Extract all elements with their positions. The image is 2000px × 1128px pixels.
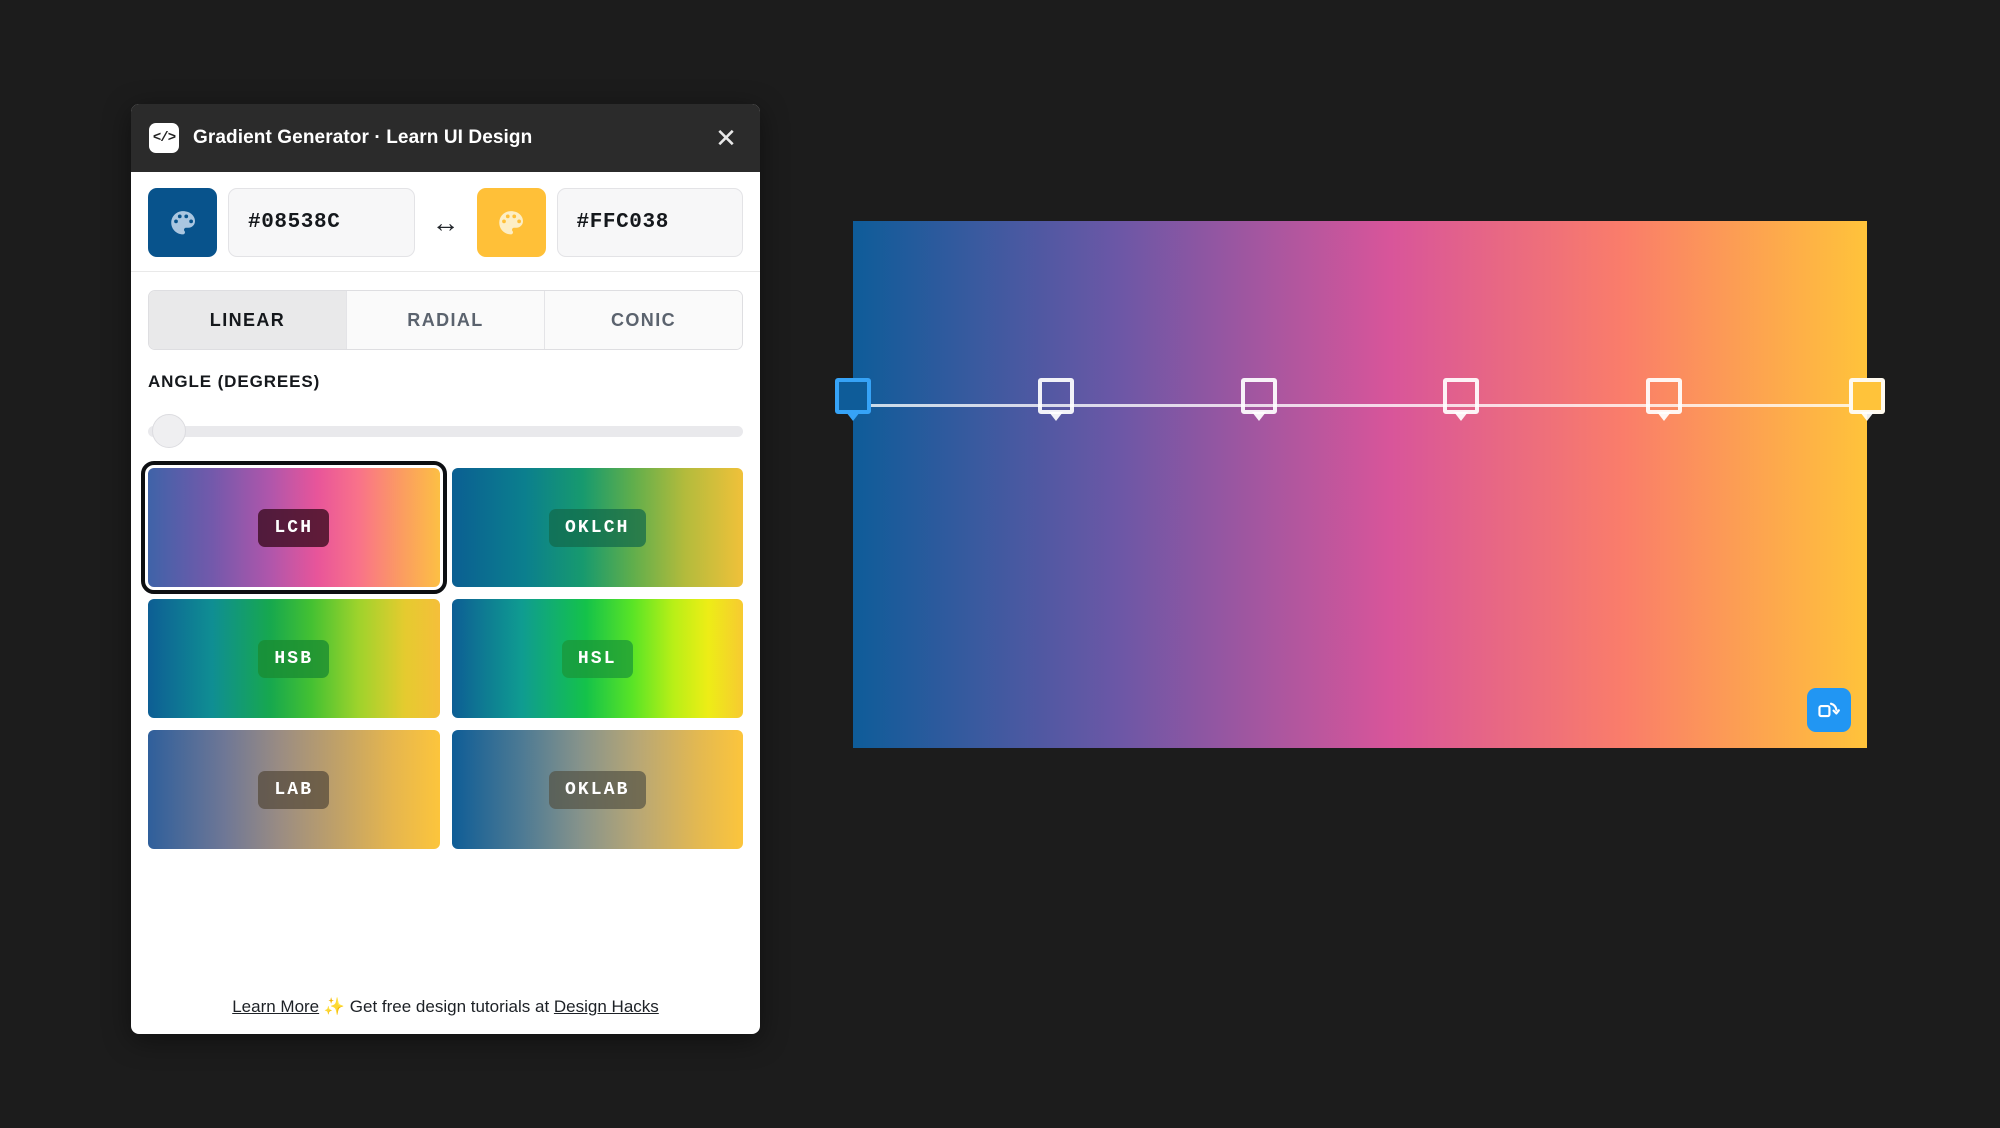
footer-text: Get free design tutorials at <box>349 997 550 1016</box>
color-stop-box <box>1646 378 1683 414</box>
window-titlebar: </> Gradient Generator · Learn UI Design… <box>131 104 760 172</box>
code-icon: </> <box>149 123 179 153</box>
color-stop-pointer <box>1048 412 1063 421</box>
color-stop-handle[interactable] <box>1443 378 1480 421</box>
tab-conic[interactable]: CONIC <box>545 291 742 349</box>
color-space-label: HSL <box>561 639 633 678</box>
color-space-card-hsl[interactable]: HSL <box>451 599 743 718</box>
color-space-card-lab[interactable]: LAB <box>148 730 440 849</box>
refresh-square-icon <box>1818 702 1840 718</box>
color-stop-pointer <box>1251 412 1266 421</box>
sparkle-icon: ✨ <box>323 997 346 1016</box>
color-stop-track[interactable] <box>845 398 1875 413</box>
window-title: Gradient Generator · Learn UI Design <box>193 127 533 148</box>
color-space-card-hsb[interactable]: HSB <box>148 599 440 718</box>
footer: Learn More ✨ Get free design tutorials a… <box>131 984 760 1034</box>
color-space-label: OKLCH <box>548 508 646 547</box>
close-icon[interactable]: ✕ <box>708 120 744 156</box>
color-stop-handle[interactable] <box>1037 378 1074 421</box>
color-stop-box <box>835 378 871 414</box>
color-stop-pointer <box>846 412 860 421</box>
color-space-label: LAB <box>258 770 330 809</box>
color-input-row: #08538C ↔ #FFC038 <box>131 172 760 272</box>
color-stop-box <box>1037 378 1074 414</box>
gradient-generator-window: </> Gradient Generator · Learn UI Design… <box>131 104 760 1034</box>
color-stop-handle[interactable] <box>835 378 871 421</box>
color-stop-pointer <box>1657 412 1672 421</box>
angle-slider-thumb[interactable] <box>152 414 186 448</box>
angle-label: ANGLE (DEGREES) <box>148 372 321 391</box>
gradient-type-tabs: LINEAR RADIAL CONIC <box>148 290 743 350</box>
color-space-label: LCH <box>258 508 330 547</box>
color-stop-handle[interactable] <box>1849 378 1885 421</box>
color-stop-box <box>1443 378 1480 414</box>
palette-icon <box>170 210 195 234</box>
gradient-type-tabs-wrapper: LINEAR RADIAL CONIC <box>131 272 760 350</box>
design-hacks-link[interactable]: Design Hacks <box>554 997 659 1016</box>
learn-more-link[interactable]: Learn More <box>232 997 319 1016</box>
color-stop-box <box>1240 378 1277 414</box>
angle-slider-track <box>148 426 743 437</box>
color-stop-box <box>1849 378 1885 414</box>
tab-radial[interactable]: RADIAL <box>347 291 545 349</box>
color-space-label: OKLAB <box>548 770 646 809</box>
end-color-swatch-button[interactable] <box>476 188 546 257</box>
color-space-card-lch[interactable]: LCH <box>141 461 447 594</box>
swap-colors-icon[interactable]: ↔ <box>415 208 477 237</box>
color-stop-pointer <box>1454 412 1469 421</box>
start-hex-input[interactable]: #08538C <box>228 188 415 257</box>
color-stop-handle[interactable] <box>1240 378 1277 421</box>
color-space-card-oklch[interactable]: OKLCH <box>451 468 743 587</box>
color-stop-pointer <box>1860 412 1874 421</box>
angle-slider[interactable] <box>148 414 743 448</box>
gradient-preview-canvas[interactable] <box>835 221 1885 748</box>
end-hex-input[interactable]: #FFC038 <box>556 188 743 257</box>
color-stop-handle[interactable] <box>1646 378 1683 421</box>
regenerate-button[interactable] <box>1807 688 1851 732</box>
color-space-grid: LCH OKLCH HSB HSL LAB OKLAB <box>131 448 760 849</box>
start-color-swatch-button[interactable] <box>148 188 217 257</box>
color-space-label: HSB <box>258 639 330 678</box>
color-space-card-oklab[interactable]: OKLAB <box>451 730 743 849</box>
tab-linear[interactable]: LINEAR <box>149 291 347 349</box>
angle-section: ANGLE (DEGREES) <box>131 350 760 448</box>
palette-icon <box>499 210 523 234</box>
